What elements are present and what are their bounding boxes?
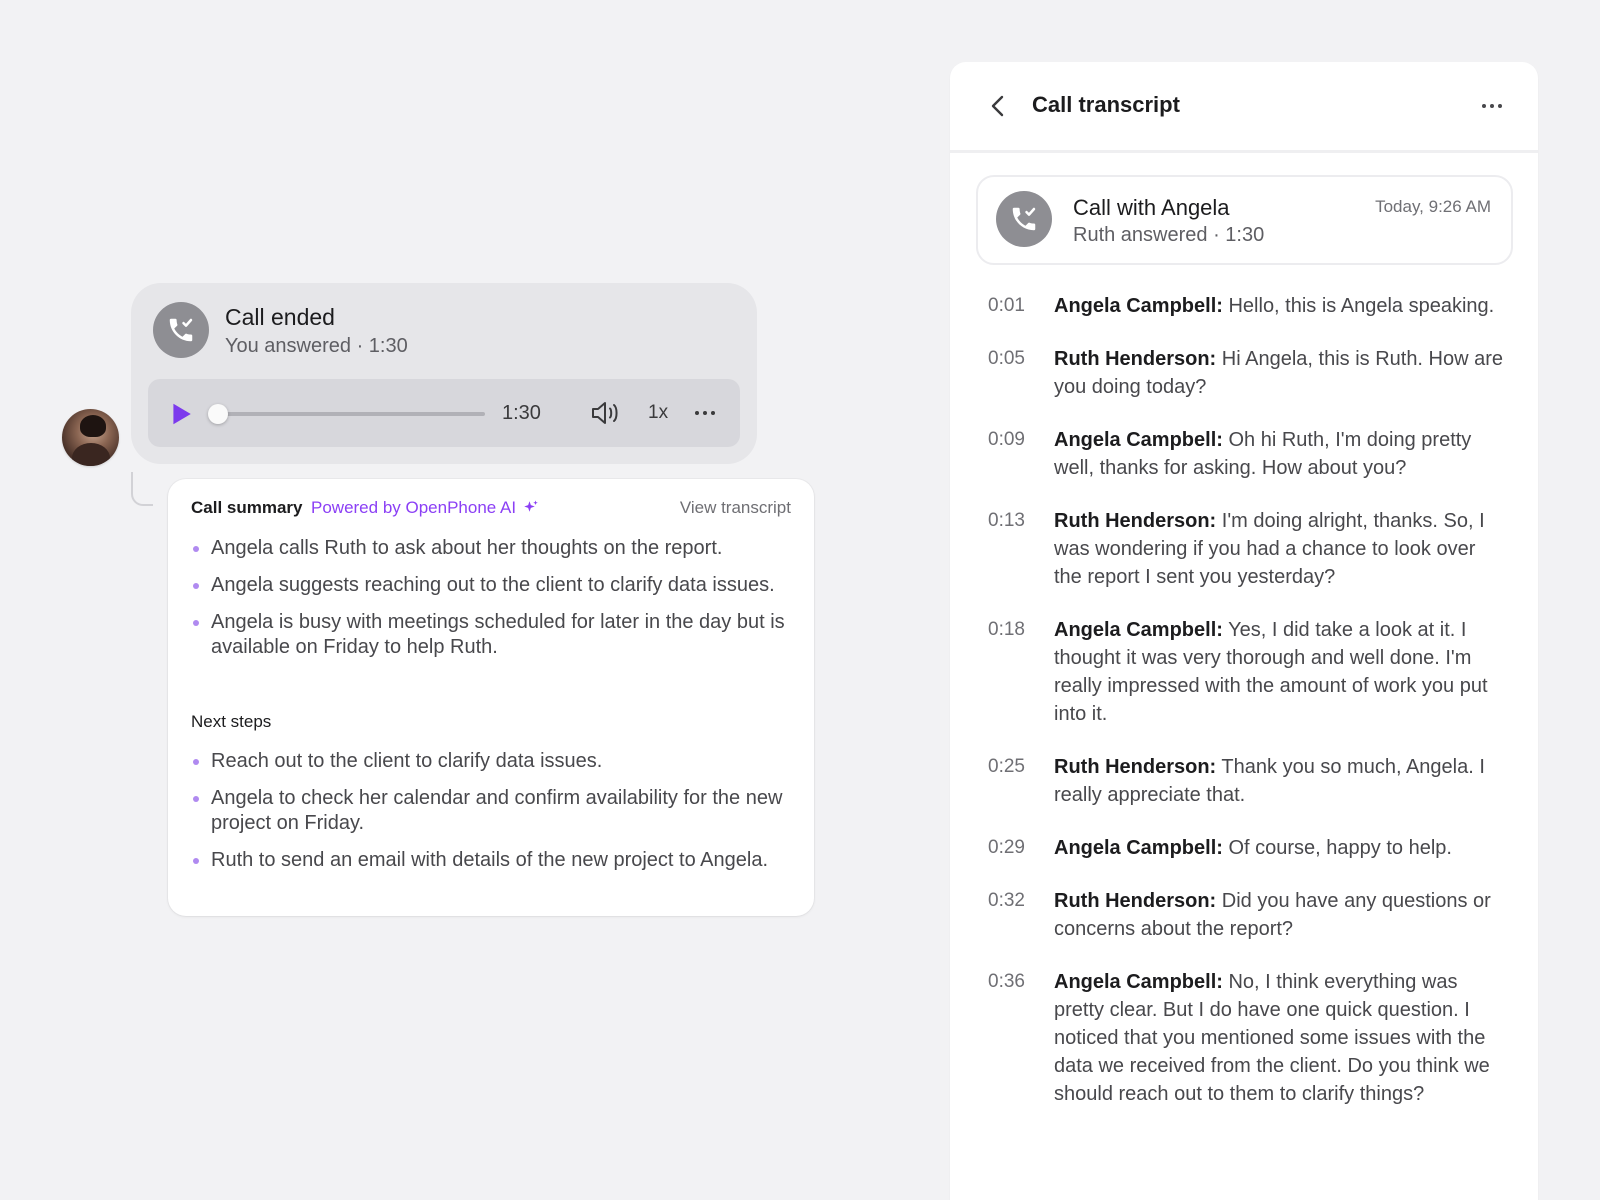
line-timestamp: 0:32: [988, 890, 1025, 911]
powered-by-text: Powered by OpenPhone AI: [311, 498, 517, 517]
transcript-line: 0:01 Angela Campbell: Hello, this is Ang…: [950, 292, 1538, 320]
line-speaker: Ruth Henderson:: [1054, 756, 1217, 778]
summary-point: Angela suggests reaching out to the clie…: [191, 573, 796, 598]
next-steps-title: Next steps: [191, 712, 272, 731]
line-text: Angela Campbell: No, I think everything …: [1054, 968, 1504, 1108]
summary-point: Angela is busy with meetings scheduled f…: [191, 610, 796, 660]
call-summary-card: Call summary Powered by OpenPhone AI Vie…: [168, 479, 814, 916]
transcript-line: 0:36 Angela Campbell: No, I think everyt…: [950, 968, 1538, 1108]
panel-title: Call transcript: [1032, 92, 1180, 117]
line-speaker: Ruth Henderson:: [1054, 890, 1217, 912]
line-content: Of course, happy to help.: [1228, 837, 1452, 859]
call-subtitle: You answered · 1:30: [225, 335, 408, 357]
line-timestamp: 0:36: [988, 971, 1025, 992]
summary-points: Angela calls Ruth to ask about her thoug…: [191, 536, 796, 672]
line-timestamp: 0:18: [988, 619, 1025, 640]
page: Call ended You answered · 1:30 1:30 1x C…: [0, 0, 1600, 1200]
line-text: Angela Campbell: Yes, I did take a look …: [1054, 616, 1504, 728]
next-step: Reach out to the client to clarify data …: [191, 749, 796, 774]
line-content: Hello, this is Angela speaking.: [1228, 295, 1495, 317]
transcript-line: 0:05 Ruth Henderson: Hi Angela, this is …: [950, 345, 1538, 401]
line-timestamp: 0:05: [988, 348, 1025, 369]
line-speaker: Angela Campbell:: [1054, 295, 1223, 317]
view-transcript-link[interactable]: View transcript: [680, 498, 791, 518]
volume-icon[interactable]: [590, 399, 622, 427]
panel-header: Call transcript: [950, 62, 1538, 153]
progress-track[interactable]: [217, 412, 485, 416]
transcript-line: 0:25 Ruth Henderson: Thank you so much, …: [950, 753, 1538, 809]
more-options-icon[interactable]: [695, 411, 715, 415]
line-text: Angela Campbell: Oh hi Ruth, I'm doing p…: [1054, 426, 1504, 482]
line-text: Ruth Henderson: I'm doing alright, thank…: [1054, 507, 1504, 591]
transcript-lines: 0:01 Angela Campbell: Hello, this is Ang…: [950, 292, 1538, 1133]
line-speaker: Ruth Henderson:: [1054, 348, 1217, 370]
phone-check-icon: [996, 191, 1052, 247]
playback-speed-button[interactable]: 1x: [648, 402, 668, 424]
line-text: Ruth Henderson: Did you have any questio…: [1054, 887, 1504, 943]
chevron-left-icon[interactable]: [988, 92, 1008, 120]
call-ended-bubble[interactable]: Call ended You answered · 1:30 1:30 1x: [131, 283, 757, 464]
audio-player: 1:30 1x: [148, 379, 740, 447]
sparkle-icon: [524, 500, 538, 512]
line-timestamp: 0:01: [988, 295, 1025, 316]
progress-knob[interactable]: [208, 404, 228, 424]
line-timestamp: 0:29: [988, 837, 1025, 858]
thread-connector: [131, 472, 153, 506]
transcript-line: 0:09 Angela Campbell: Oh hi Ruth, I'm do…: [950, 426, 1538, 482]
next-steps-list: Reach out to the client to clarify data …: [191, 749, 796, 885]
powered-by-label: Powered by OpenPhone AI: [311, 498, 540, 518]
call-info-title: Call with Angela: [1073, 195, 1230, 220]
play-icon[interactable]: [168, 401, 194, 427]
line-text: Ruth Henderson: Thank you so much, Angel…: [1054, 753, 1504, 809]
line-text: Angela Campbell: Hello, this is Angela s…: [1054, 292, 1504, 320]
line-timestamp: 0:09: [988, 429, 1025, 450]
transcript-line: 0:13 Ruth Henderson: I'm doing alright, …: [950, 507, 1538, 591]
summary-point: Angela calls Ruth to ask about her thoug…: [191, 536, 796, 561]
transcript-line: 0:29 Angela Campbell: Of course, happy t…: [950, 834, 1538, 862]
line-speaker: Angela Campbell:: [1054, 429, 1223, 451]
line-timestamp: 0:25: [988, 756, 1025, 777]
phone-check-icon: [153, 302, 209, 358]
line-speaker: Angela Campbell:: [1054, 619, 1223, 641]
line-text: Ruth Henderson: Hi Angela, this is Ruth.…: [1054, 345, 1504, 401]
call-info-time: Today, 9:26 AM: [1375, 197, 1491, 216]
line-text: Angela Campbell: Of course, happy to hel…: [1054, 834, 1504, 862]
more-options-icon[interactable]: [1482, 104, 1502, 108]
summary-title: Call summary: [191, 498, 303, 517]
line-speaker: Ruth Henderson:: [1054, 510, 1217, 532]
transcript-panel: Call transcript Call with Angela Ruth an…: [950, 62, 1538, 1200]
line-speaker: Angela Campbell:: [1054, 837, 1223, 859]
call-title: Call ended: [225, 304, 335, 330]
call-info-subtitle: Ruth answered · 1:30: [1073, 224, 1265, 246]
transcript-line: 0:32 Ruth Henderson: Did you have any qu…: [950, 887, 1538, 943]
line-speaker: Angela Campbell:: [1054, 971, 1223, 993]
next-step: Angela to check her calendar and confirm…: [191, 786, 796, 836]
next-step: Ruth to send an email with details of th…: [191, 848, 796, 873]
user-avatar[interactable]: [62, 409, 119, 466]
player-duration: 1:30: [502, 402, 541, 424]
call-info-card: Call with Angela Ruth answered · 1:30 To…: [976, 175, 1513, 265]
line-timestamp: 0:13: [988, 510, 1025, 531]
transcript-line: 0:18 Angela Campbell: Yes, I did take a …: [950, 616, 1538, 728]
